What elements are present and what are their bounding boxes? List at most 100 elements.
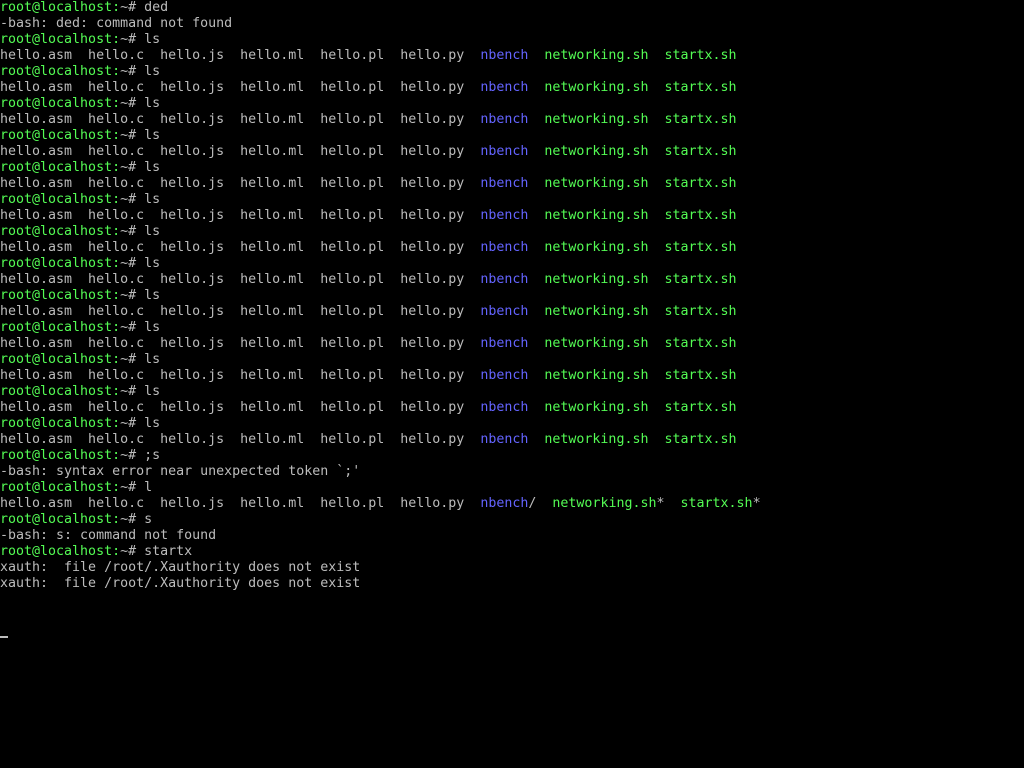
terminal-text: ~# ls [120, 128, 161, 143]
executable-entry: networking.sh [544, 144, 649, 159]
terminal-line: root@localhost:~# s [0, 512, 1024, 528]
executable-entry: startx.sh [664, 272, 737, 287]
directory-entry: nbench [480, 272, 529, 287]
terminal-text: hello.asm hello.c hello.js hello.ml hell… [0, 176, 481, 191]
shell-prompt: root@localhost: [0, 32, 121, 47]
shell-prompt: root@localhost: [0, 512, 121, 527]
terminal-text: xauth: file /root/.Xauthority does not e… [0, 560, 361, 575]
executable-entry: networking.sh [544, 432, 649, 447]
terminal-line: xauth: file /root/.Xauthority does not e… [0, 560, 1024, 576]
terminal-text: hello.asm hello.c hello.js hello.ml hell… [0, 272, 481, 287]
terminal-line: hello.asm hello.c hello.js hello.ml hell… [0, 336, 1024, 352]
terminal-text: hello.asm hello.c hello.js hello.ml hell… [0, 80, 481, 95]
directory-entry: nbench [480, 48, 529, 63]
terminal-text: hello.asm hello.c hello.js hello.ml hell… [0, 336, 481, 351]
terminal-line: hello.asm hello.c hello.js hello.ml hell… [0, 496, 1024, 512]
terminal-line: hello.asm hello.c hello.js hello.ml hell… [0, 112, 1024, 128]
shell-prompt: root@localhost: [0, 544, 121, 559]
terminal-line: root@localhost:~# ls [0, 192, 1024, 208]
terminal-line: root@localhost:~# ls [0, 288, 1024, 304]
terminal-line: hello.asm hello.c hello.js hello.ml hell… [0, 80, 1024, 96]
terminal-text: -bash: syntax error near unexpected toke… [0, 464, 361, 479]
directory-entry: nbench [480, 144, 529, 159]
terminal-line: hello.asm hello.c hello.js hello.ml hell… [0, 304, 1024, 320]
executable-entry: startx.sh [664, 336, 737, 351]
executable-entry: networking.sh [544, 272, 649, 287]
terminal-text: xauth: file /root/.Xauthority does not e… [0, 576, 361, 591]
terminal-text: hello.asm hello.c hello.js hello.ml hell… [0, 496, 481, 511]
terminal-text: ~# ls [120, 32, 161, 47]
terminal-line: root@localhost:~# ls [0, 96, 1024, 112]
executable-entry: startx.sh [664, 48, 737, 63]
executable-entry: startx.sh [680, 496, 753, 511]
terminal-screen[interactable]: root@localhost:~# ded -bash: ded: command… [0, 0, 1024, 768]
directory-entry: nbench [480, 336, 529, 351]
terminal-line: hello.asm hello.c hello.js hello.ml hell… [0, 144, 1024, 160]
terminal-text: hello.asm hello.c hello.js hello.ml hell… [0, 240, 481, 255]
executable-entry: networking.sh [544, 400, 649, 415]
shell-prompt: root@localhost: [0, 320, 121, 335]
terminal-line: root@localhost:~# startx [0, 544, 1024, 560]
executable-entry: startx.sh [664, 112, 737, 127]
executable-entry: startx.sh [664, 80, 737, 95]
terminal-line: -bash: syntax error near unexpected toke… [0, 464, 1024, 480]
executable-entry: startx.sh [664, 432, 737, 447]
terminal-line: hello.asm hello.c hello.js hello.ml hell… [0, 368, 1024, 384]
terminal-line: xauth: file /root/.Xauthority does not e… [0, 576, 1024, 592]
directory-entry: nbench [480, 208, 529, 223]
terminal-line: hello.asm hello.c hello.js hello.ml hell… [0, 208, 1024, 224]
directory-entry: nbench [480, 176, 529, 191]
directory-entry: nbench [480, 400, 529, 415]
terminal-text: ~# ls [120, 352, 161, 367]
executable-entry: networking.sh [552, 496, 657, 511]
terminal-line: root@localhost:~# ls [0, 224, 1024, 240]
executable-entry: startx.sh [664, 176, 737, 191]
terminal-line: root@localhost:~# ls [0, 352, 1024, 368]
shell-prompt: root@localhost: [0, 192, 121, 207]
terminal-text: -bash: s: command not found [0, 528, 217, 543]
terminal-text: ~# l [120, 480, 153, 495]
executable-entry: networking.sh [544, 240, 649, 255]
terminal-line: hello.asm hello.c hello.js hello.ml hell… [0, 432, 1024, 448]
cursor-line [0, 624, 1024, 640]
directory-entry: nbench [480, 80, 529, 95]
shell-prompt: root@localhost: [0, 64, 121, 79]
terminal-line: hello.asm hello.c hello.js hello.ml hell… [0, 240, 1024, 256]
executable-entry: networking.sh [544, 304, 649, 319]
terminal-text: ~# ls [120, 256, 161, 271]
executable-entry: startx.sh [664, 144, 737, 159]
terminal-line: root@localhost:~# ls [0, 32, 1024, 48]
shell-prompt: root@localhost: [0, 448, 121, 463]
executable-entry: networking.sh [544, 208, 649, 223]
shell-prompt: root@localhost: [0, 384, 121, 399]
executable-entry: networking.sh [544, 176, 649, 191]
executable-entry: networking.sh [544, 48, 649, 63]
text-cursor[interactable] [0, 636, 8, 638]
shell-prompt: root@localhost: [0, 96, 121, 111]
terminal-text: ~# ls [120, 96, 161, 111]
terminal-line: root@localhost:~# ls [0, 416, 1024, 432]
terminal-line: root@localhost:~# ded [0, 0, 1024, 16]
terminal-line: root@localhost:~# ls [0, 320, 1024, 336]
terminal-text: ~# ls [120, 192, 161, 207]
terminal-text: hello.asm hello.c hello.js hello.ml hell… [0, 208, 481, 223]
executable-entry: networking.sh [544, 336, 649, 351]
executable-entry: networking.sh [544, 80, 649, 95]
shell-prompt: root@localhost: [0, 480, 121, 495]
